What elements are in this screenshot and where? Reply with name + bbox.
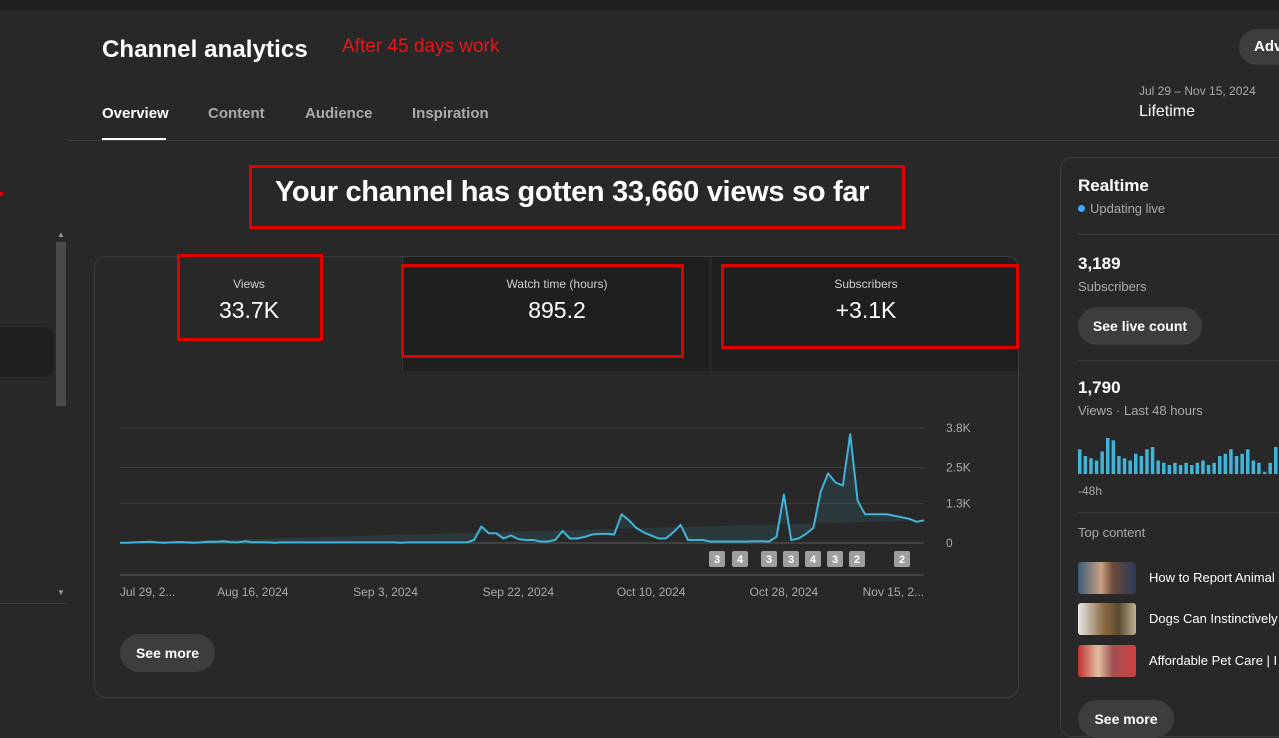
upload-marker-label: 3 xyxy=(766,554,772,566)
y-tick-label: 2.5K xyxy=(946,460,971,474)
upload-marker-label: 3 xyxy=(714,554,720,566)
realtime-views-count: 1,790 xyxy=(1078,378,1121,397)
realtime-bar xyxy=(1117,456,1121,474)
top-content-title: Affordable Pet Care | I xyxy=(1149,653,1278,668)
realtime-bar xyxy=(1257,462,1261,474)
realtime-bar xyxy=(1089,458,1093,474)
x-tick-label: Jul 29, 2... xyxy=(120,585,175,599)
top-content-item[interactable]: Dogs Can Instinctively xyxy=(1078,603,1279,637)
realtime-bar xyxy=(1173,462,1177,474)
x-tick-label: Sep 3, 2024 xyxy=(353,585,418,599)
realtime-bar xyxy=(1268,462,1272,474)
realtime-bar xyxy=(1201,460,1205,474)
realtime-bar xyxy=(1184,462,1188,474)
upload-marker-label: 3 xyxy=(788,554,794,566)
realtime-bar xyxy=(1134,453,1138,474)
y-tick-label: 3.8K xyxy=(946,421,971,435)
realtime-subscribers-count: 3,189 xyxy=(1078,254,1121,273)
realtime-see-more-button[interactable]: See more xyxy=(1078,700,1174,738)
upload-marker-label: 2 xyxy=(854,554,860,566)
upload-marker[interactable]: 4 xyxy=(732,551,748,567)
realtime-bar xyxy=(1106,438,1110,474)
top-content-label: Top content xyxy=(1078,525,1146,540)
realtime-bar-chart[interactable] xyxy=(1078,430,1279,474)
realtime-views-label: Views · Last 48 hours xyxy=(1078,403,1203,418)
realtime-bar xyxy=(1206,465,1211,474)
upload-marker-label: 4 xyxy=(810,554,817,566)
realtime-bar xyxy=(1240,453,1244,474)
see-more-button[interactable]: See more xyxy=(120,634,215,672)
realtime-bar xyxy=(1094,460,1099,474)
realtime-divider xyxy=(1078,512,1279,513)
top-content-item[interactable]: Affordable Pet Care | I xyxy=(1078,645,1279,679)
x-tick-label: Sep 22, 2024 xyxy=(483,585,555,599)
upload-marker[interactable]: 3 xyxy=(709,551,725,567)
realtime-title: Realtime xyxy=(1078,176,1149,195)
realtime-bar xyxy=(1229,449,1233,474)
realtime-bar xyxy=(1223,453,1228,474)
realtime-bar xyxy=(1274,447,1278,474)
realtime-bar xyxy=(1195,462,1200,474)
x-tick-label: Oct 10, 2024 xyxy=(617,585,686,599)
realtime-bar xyxy=(1083,456,1088,474)
upload-marker-label: 3 xyxy=(832,554,838,566)
realtime-bar xyxy=(1128,460,1132,474)
realtime-bar xyxy=(1078,449,1082,474)
x-tick-label: Oct 28, 2024 xyxy=(749,585,818,599)
top-content-title: How to Report Animal xyxy=(1149,570,1275,585)
realtime-bar xyxy=(1251,460,1256,474)
realtime-divider xyxy=(1078,360,1279,361)
realtime-bar xyxy=(1111,440,1116,474)
realtime-subscribers-label: Subscribers xyxy=(1078,279,1147,294)
upload-marker[interactable]: 2 xyxy=(849,551,865,567)
realtime-bar xyxy=(1234,456,1239,474)
upload-marker[interactable]: 3 xyxy=(783,551,799,567)
upload-marker[interactable]: 3 xyxy=(827,551,843,567)
realtime-status: Updating live xyxy=(1078,201,1165,216)
realtime-bar xyxy=(1122,458,1127,474)
realtime-bar xyxy=(1162,462,1166,474)
realtime-bar xyxy=(1139,456,1144,474)
x-tick-label: Aug 16, 2024 xyxy=(217,585,289,599)
realtime-bar xyxy=(1218,456,1222,474)
live-dot-icon xyxy=(1078,205,1085,212)
see-live-count-button[interactable]: See live count xyxy=(1078,307,1202,345)
top-content-title: Dogs Can Instinctively xyxy=(1149,611,1278,626)
upload-marker[interactable]: 4 xyxy=(805,551,821,567)
video-thumbnail xyxy=(1078,645,1136,677)
upload-marker-label: 2 xyxy=(899,554,905,566)
realtime-bar xyxy=(1100,451,1104,474)
realtime-bar xyxy=(1150,447,1155,474)
y-tick-label: 1.3K xyxy=(946,497,971,511)
realtime-status-text: Updating live xyxy=(1090,201,1166,216)
top-content-item[interactable]: How to Report Animal xyxy=(1078,562,1279,596)
realtime-divider xyxy=(1078,234,1279,235)
upload-marker[interactable]: 2 xyxy=(894,551,910,567)
realtime-bar xyxy=(1190,465,1194,474)
views-area xyxy=(120,434,924,543)
realtime-bar xyxy=(1178,465,1183,474)
realtime-bar xyxy=(1145,449,1149,474)
realtime-bar xyxy=(1246,449,1250,474)
y-tick-label: 0 xyxy=(946,536,953,550)
realtime-bar xyxy=(1167,465,1172,474)
realtime-bar xyxy=(1156,460,1160,474)
realtime-bars-label: -48h xyxy=(1078,484,1103,498)
x-tick-label: Nov 15, 2... xyxy=(863,585,924,599)
video-thumbnail xyxy=(1078,562,1136,594)
realtime-bar xyxy=(1212,462,1216,474)
realtime-bar xyxy=(1262,471,1267,474)
upload-marker-label: 4 xyxy=(737,554,744,566)
upload-marker[interactable]: 3 xyxy=(761,551,777,567)
video-thumbnail xyxy=(1078,603,1136,635)
